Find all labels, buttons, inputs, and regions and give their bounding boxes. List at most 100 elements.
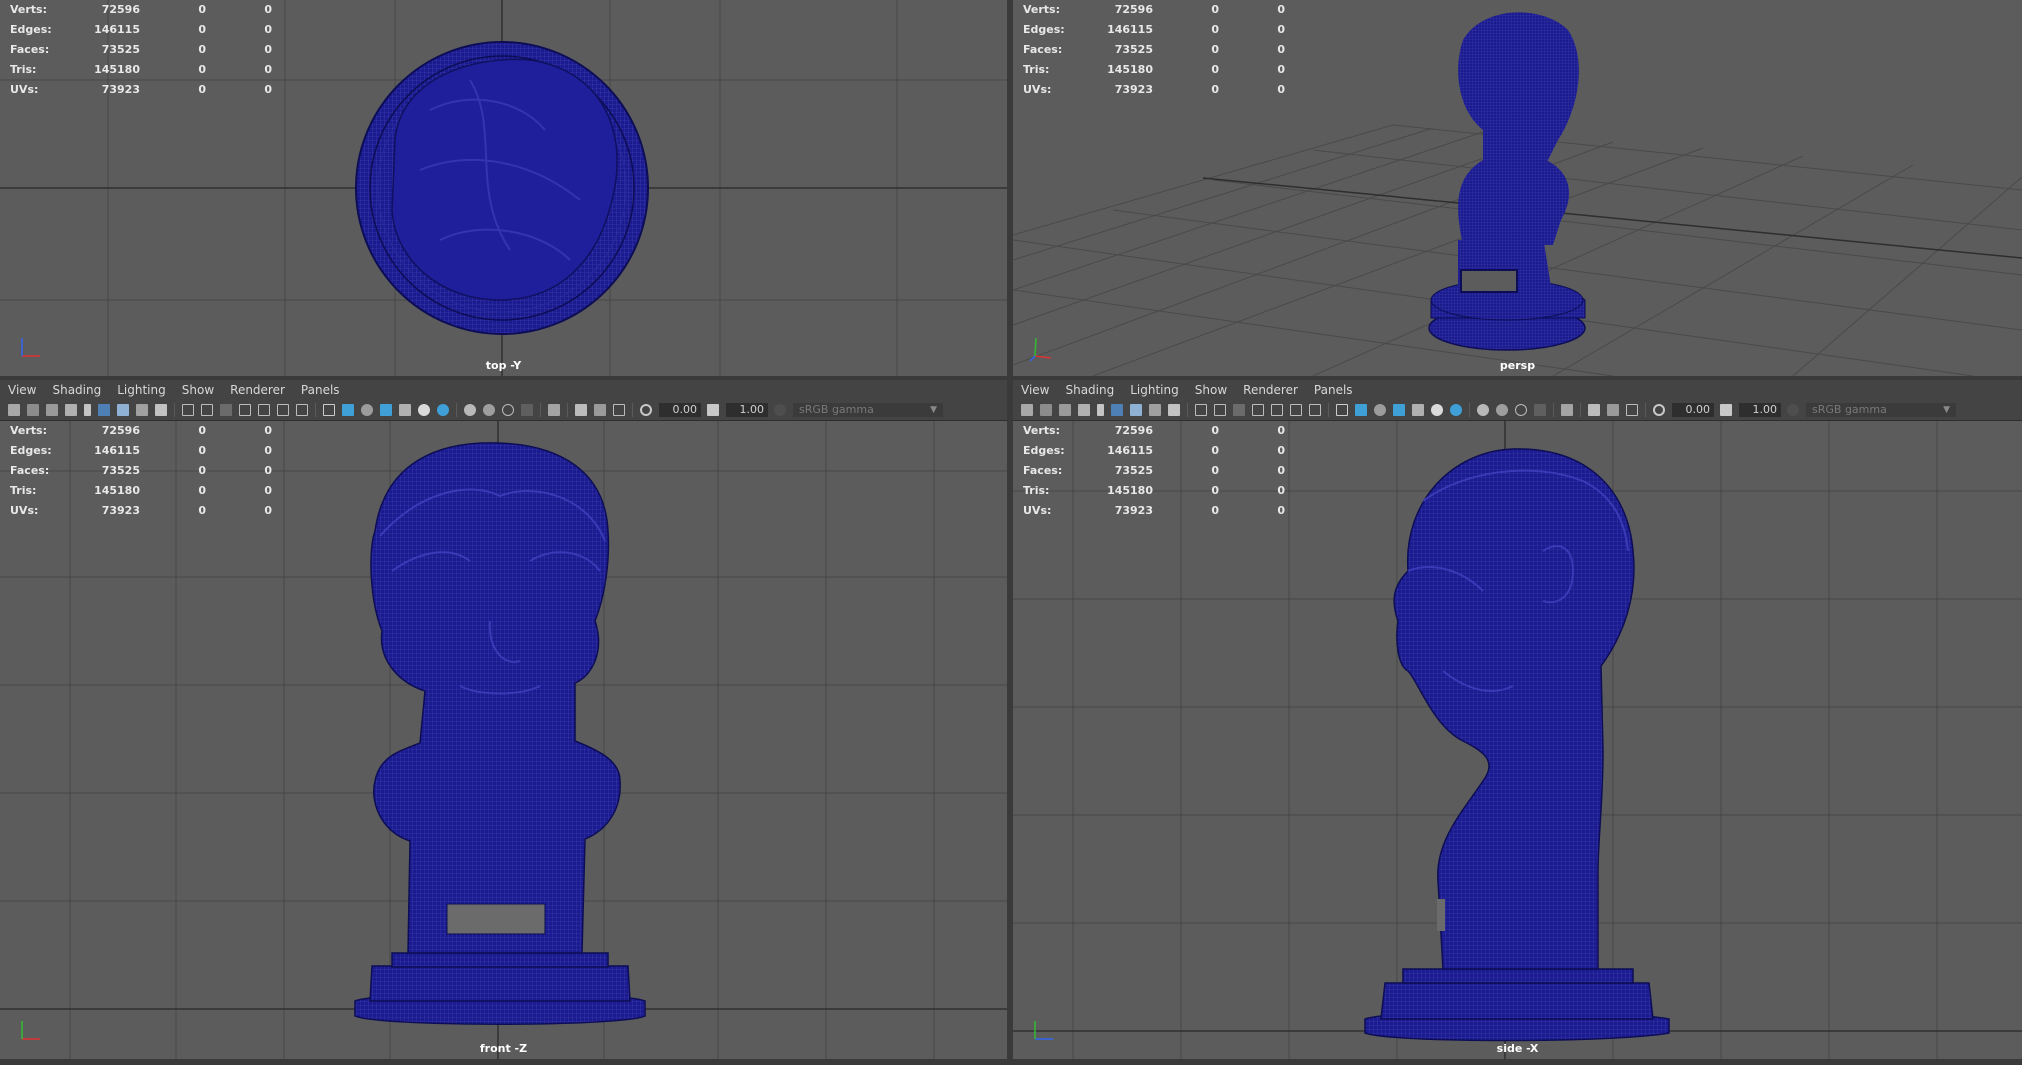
menu-view[interactable]: View: [1021, 383, 1049, 397]
viewport-front-canvas[interactable]: Verts: 72596 0 0 Edges: 146115 0 0 Faces: 73525…: [0, 421, 1007, 1059]
viewport-top-canvas[interactable]: Verts: 72596 0 0 Edges: 146115 0 0 Faces: 73525…: [0, 0, 1007, 376]
safe-title-icon[interactable]: [1309, 404, 1321, 416]
viewport-front[interactable]: View Shading Lighting Show Renderer Pane…: [0, 380, 1007, 1059]
color-space-dropdown[interactable]: sRGB gamma ▼: [793, 403, 943, 417]
xray-joints-icon[interactable]: [594, 404, 606, 416]
textured-icon[interactable]: [1393, 404, 1405, 416]
motion-blur-icon[interactable]: [483, 404, 495, 416]
smooth-shade-icon[interactable]: [342, 404, 354, 416]
wireframe-on-shaded-icon[interactable]: [361, 404, 373, 416]
wireframe-on-shaded-icon[interactable]: [1374, 404, 1386, 416]
checker-icon[interactable]: [1412, 404, 1424, 416]
menu-renderer[interactable]: Renderer: [230, 383, 285, 397]
bookmark-icon[interactable]: [46, 404, 58, 416]
safe-action-icon[interactable]: [1290, 404, 1302, 416]
exposure-icon[interactable]: [640, 404, 652, 416]
viewport-top[interactable]: Verts: 72596 0 0 Edges: 146115 0 0 Faces: 73525…: [0, 0, 1007, 376]
gate-mask-icon[interactable]: [239, 404, 251, 416]
depth-of-field-icon[interactable]: [521, 404, 533, 416]
xray-icon[interactable]: [575, 404, 587, 416]
exposure-field[interactable]: 0.00: [659, 403, 701, 417]
safe-action-icon[interactable]: [277, 404, 289, 416]
exposure-icon[interactable]: [1653, 404, 1665, 416]
resolution-gate-icon[interactable]: [1233, 404, 1245, 416]
menu-lighting[interactable]: Lighting: [1130, 383, 1179, 397]
exposure-field[interactable]: 0.00: [1672, 403, 1714, 417]
lighting-icon[interactable]: [418, 404, 430, 416]
textured-icon[interactable]: [380, 404, 392, 416]
menu-lighting[interactable]: Lighting: [117, 383, 166, 397]
camera-icon[interactable]: [8, 404, 20, 416]
paint-brush-icon[interactable]: [1168, 404, 1180, 416]
color-management-icon[interactable]: [774, 404, 786, 416]
camera-icon[interactable]: [1021, 404, 1033, 416]
ambient-occlusion-icon[interactable]: [1477, 404, 1489, 416]
menu-panels[interactable]: Panels: [1314, 383, 1353, 397]
image-plane-icon[interactable]: [65, 404, 77, 416]
bookmark-icon[interactable]: [1059, 404, 1071, 416]
gamma-field[interactable]: 1.00: [726, 403, 768, 417]
wireframe-icon[interactable]: [1336, 404, 1348, 416]
grid-icon[interactable]: [1195, 404, 1207, 416]
snap-icon[interactable]: [1111, 404, 1123, 416]
xray-components-icon[interactable]: [613, 404, 625, 416]
menu-shading[interactable]: Shading: [1065, 383, 1114, 397]
chevron-down-icon: ▼: [930, 405, 937, 415]
toolbar-separator: [567, 403, 568, 417]
viewport-persp-canvas[interactable]: Verts: 72596 0 0 Edges: 146115 0 0 Faces: 73525…: [1013, 0, 2022, 376]
resolution-gate-icon[interactable]: [220, 404, 232, 416]
menu-renderer[interactable]: Renderer: [1243, 383, 1298, 397]
snap-icon[interactable]: [98, 404, 110, 416]
viewport-side-canvas[interactable]: Verts: 72596 0 0 Edges: 146115 0 0 Faces: 73525…: [1013, 421, 2022, 1059]
field-chart-icon[interactable]: [1271, 404, 1283, 416]
menu-view[interactable]: View: [8, 383, 36, 397]
grease-pencil-icon[interactable]: [117, 404, 129, 416]
lighting-icon[interactable]: [1431, 404, 1443, 416]
wireframe-icon[interactable]: [323, 404, 335, 416]
camera-attributes-icon[interactable]: [27, 404, 39, 416]
xray-joints-icon[interactable]: [1607, 404, 1619, 416]
gamma-icon[interactable]: [1720, 404, 1732, 416]
grid-icon[interactable]: [182, 404, 194, 416]
film-gate-icon[interactable]: [1214, 404, 1226, 416]
gamma-field[interactable]: 1.00: [1739, 403, 1781, 417]
ambient-occlusion-icon[interactable]: [464, 404, 476, 416]
pin-icon[interactable]: [1097, 404, 1104, 416]
menu-show[interactable]: Show: [1195, 383, 1227, 397]
viewport-divider-horizontal[interactable]: [0, 376, 2022, 380]
xray-icon[interactable]: [1588, 404, 1600, 416]
anti-aliasing-icon[interactable]: [1515, 404, 1527, 416]
menu-panels[interactable]: Panels: [301, 383, 340, 397]
camera-attributes-icon[interactable]: [1040, 404, 1052, 416]
isolate-select-icon[interactable]: [548, 404, 560, 416]
gate-mask-icon[interactable]: [1252, 404, 1264, 416]
viewport-side[interactable]: View Shading Lighting Show Renderer Pane…: [1013, 380, 2022, 1059]
viewport-divider-vertical[interactable]: [1007, 0, 1013, 1065]
isolate-select-icon[interactable]: [1561, 404, 1573, 416]
gamma-icon[interactable]: [707, 404, 719, 416]
menu-shading[interactable]: Shading: [52, 383, 101, 397]
xray-components-icon[interactable]: [1626, 404, 1638, 416]
field-chart-icon[interactable]: [258, 404, 270, 416]
depth-of-field-icon[interactable]: [1534, 404, 1546, 416]
camera-2d-pan-icon[interactable]: [136, 404, 148, 416]
color-management-icon[interactable]: [1787, 404, 1799, 416]
image-plane-icon[interactable]: [1078, 404, 1090, 416]
smooth-shade-icon[interactable]: [1355, 404, 1367, 416]
shadows-icon[interactable]: [437, 404, 449, 416]
pin-icon[interactable]: [84, 404, 91, 416]
menu-show[interactable]: Show: [182, 383, 214, 397]
viewport-persp[interactable]: Verts: 72596 0 0 Edges: 146115 0 0 Faces: 73525…: [1013, 0, 2022, 376]
paint-brush-icon[interactable]: [155, 404, 167, 416]
safe-title-icon[interactable]: [296, 404, 308, 416]
motion-blur-icon[interactable]: [1496, 404, 1508, 416]
grease-pencil-icon[interactable]: [1130, 404, 1142, 416]
color-space-dropdown[interactable]: sRGB gamma ▼: [1806, 403, 1956, 417]
film-gate-icon[interactable]: [201, 404, 213, 416]
anti-aliasing-icon[interactable]: [502, 404, 514, 416]
shadows-icon[interactable]: [1450, 404, 1462, 416]
checker-icon[interactable]: [399, 404, 411, 416]
hud-row-uvs: UVs: 73923 0 0: [10, 504, 272, 517]
camera-2d-pan-icon[interactable]: [1149, 404, 1161, 416]
hud-row-faces: Faces: 73525 0 0: [1023, 464, 1285, 477]
